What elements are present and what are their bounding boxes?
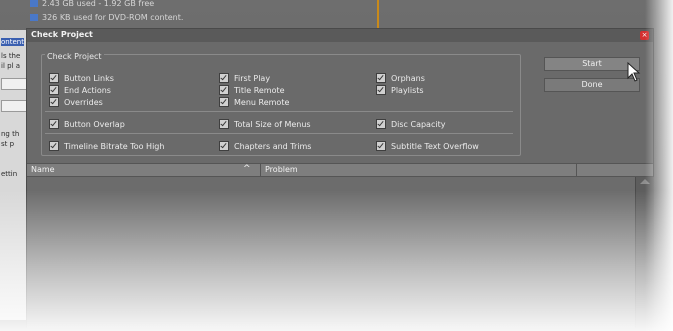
bg-left-text: ng th <box>1 130 20 138</box>
checkbox-icon[interactable] <box>376 73 386 83</box>
list-scrollbar[interactable] <box>635 177 654 328</box>
checkbox-subtitle-text-overflow[interactable]: Subtitle Text Overflow <box>376 141 479 151</box>
checkbox-disc-capacity[interactable]: Disc Capacity <box>376 119 445 129</box>
checkbox-icon[interactable] <box>49 141 59 151</box>
dialog-titlebar[interactable]: Check Project × <box>27 29 653 42</box>
column-header-problem[interactable]: Problem <box>265 165 298 174</box>
checkbox-end-actions[interactable]: End Actions <box>49 85 111 95</box>
dvd-rom-icon <box>30 14 38 21</box>
checkbox-label: First Play <box>234 73 271 83</box>
checkbox-label: Subtitle Text Overflow <box>391 141 479 151</box>
checkbox-icon[interactable] <box>219 97 229 107</box>
checkbox-icon[interactable] <box>49 97 59 107</box>
checkbox-total-size-of-menus[interactable]: Total Size of Menus <box>219 119 311 129</box>
column-divider[interactable] <box>260 164 261 176</box>
done-button[interactable]: Done <box>544 78 640 92</box>
bg-left-text: ls the <box>1 52 21 60</box>
checkbox-button-links[interactable]: Button Links <box>49 73 114 83</box>
dvd-rom-usage-text: 326 KB used for DVD-ROM content. <box>42 13 184 22</box>
checkbox-orphans[interactable]: Orphans <box>376 73 425 83</box>
list-header: Name ^ Problem <box>27 163 653 177</box>
checkbox-icon[interactable] <box>219 119 229 129</box>
dialog-title: Check Project <box>31 30 93 39</box>
group-divider <box>45 111 513 112</box>
results-list[interactable]: Name ^ Problem <box>27 163 654 328</box>
checkbox-icon[interactable] <box>219 73 229 83</box>
checkbox-title-remote[interactable]: Title Remote <box>219 85 285 95</box>
disc-usage-text: 2.43 GB used - 1.92 GB free <box>42 0 155 8</box>
scroll-up-icon[interactable] <box>640 179 650 184</box>
bg-left-field <box>1 78 27 90</box>
checkbox-chapters-and-trims[interactable]: Chapters and Trims <box>219 141 311 151</box>
checkbox-icon[interactable] <box>49 73 59 83</box>
bg-left-field <box>1 100 27 112</box>
disc-icon <box>30 0 38 7</box>
checkbox-icon[interactable] <box>376 85 386 95</box>
checkbox-label: Disc Capacity <box>391 119 446 129</box>
group-label: Check Project <box>45 52 104 61</box>
checkbox-label: Menu Remote <box>234 97 290 107</box>
mouse-pointer-icon <box>627 62 641 82</box>
start-button[interactable]: Start <box>544 57 640 71</box>
checkbox-icon[interactable] <box>376 141 386 151</box>
column-divider[interactable] <box>576 164 577 176</box>
checkbox-label: Playlists <box>391 85 424 95</box>
checkbox-label: Chapters and Trims <box>234 141 312 151</box>
column-header-name[interactable]: Name <box>31 165 55 174</box>
checkbox-label: Orphans <box>391 73 425 83</box>
checkbox-playlists[interactable]: Playlists <box>376 85 424 95</box>
checkbox-first-play[interactable]: First Play <box>219 73 270 83</box>
checkbox-label: Overrides <box>64 97 103 107</box>
checkbox-label: Button Links <box>64 73 114 83</box>
sort-ascending-icon[interactable]: ^ <box>243 164 251 174</box>
checkbox-icon[interactable] <box>49 85 59 95</box>
checkbox-icon[interactable] <box>219 141 229 151</box>
bg-left-text: st p <box>1 140 15 148</box>
background-left-panel: ontent ls the il pl a ng th st p ettin <box>0 30 27 320</box>
checkbox-label: Timeline Bitrate Too High <box>64 141 165 151</box>
check-project-dialog: Check Project × Check Project Button Lin… <box>26 28 654 328</box>
disc-usage-line: 2.43 GB used - 1.92 GB free <box>30 0 154 8</box>
checkbox-label: Total Size of Menus <box>234 119 311 129</box>
bg-left-text: il pl a <box>1 62 21 70</box>
timeline-marker <box>377 0 379 28</box>
checkbox-icon[interactable] <box>219 85 229 95</box>
checkbox-timeline-bitrate-too-high[interactable]: Timeline Bitrate Too High <box>49 141 164 151</box>
checkbox-menu-remote[interactable]: Menu Remote <box>219 97 289 107</box>
close-button[interactable]: × <box>640 31 649 40</box>
checkbox-icon[interactable] <box>376 119 386 129</box>
checkbox-label: End Actions <box>64 85 111 95</box>
bg-left-text: ontent <box>1 38 24 46</box>
checkbox-icon[interactable] <box>49 119 59 129</box>
checkbox-overrides[interactable]: Overrides <box>49 97 103 107</box>
dvd-rom-usage-line: 326 KB used for DVD-ROM content. <box>30 13 183 22</box>
checkbox-label: Title Remote <box>234 85 285 95</box>
checkbox-button-overlap[interactable]: Button Overlap <box>49 119 125 129</box>
group-divider <box>45 133 513 134</box>
checkbox-label: Button Overlap <box>64 119 125 129</box>
bg-left-text: ettin <box>1 170 18 178</box>
